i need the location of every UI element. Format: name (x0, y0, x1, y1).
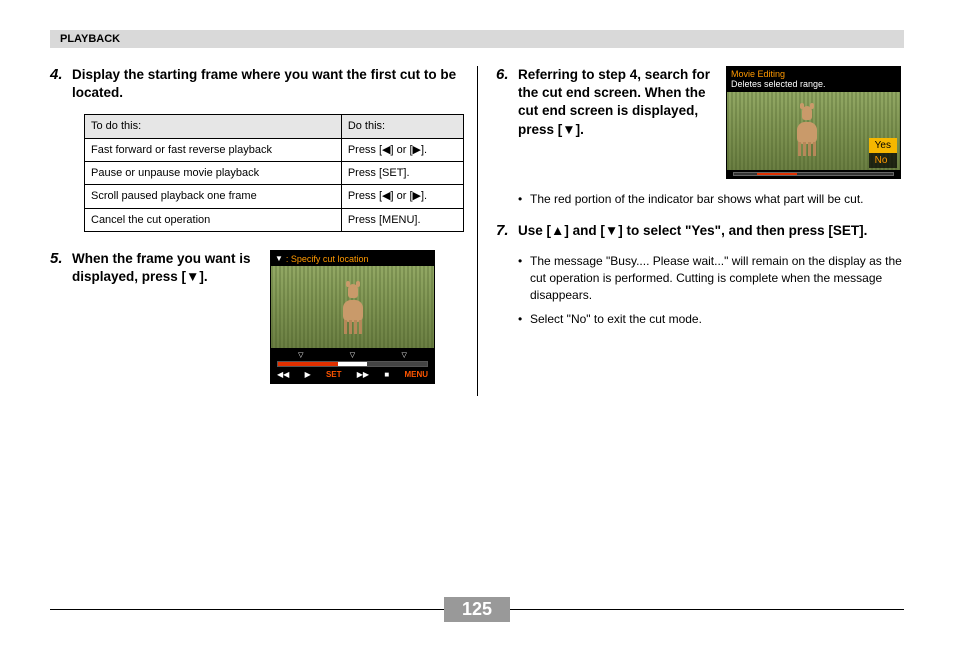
stop-icon: ■ (384, 370, 389, 379)
table-row: Fast forward or fast reverse playback Pr… (85, 138, 464, 161)
table-header: To do this: (85, 115, 342, 138)
option-no: No (869, 153, 897, 168)
step-title: Referring to step 4, search for the cut … (518, 66, 718, 139)
table-cell: Fast forward or fast reverse playback (85, 138, 342, 161)
step-6: 6. Referring to step 4, search for the c… (496, 66, 904, 179)
section-header: PLAYBACK (50, 30, 904, 48)
camera-screen-illustration: ▼ : Specify cut location (270, 250, 435, 384)
step-number: 7. (496, 222, 518, 240)
deer-graphic (794, 106, 820, 156)
table-row: Pause or unpause movie playback Press [S… (85, 162, 464, 185)
bullet-text: Select "No" to exit the cut mode. (518, 311, 904, 328)
forward-icon: ▶▶ (357, 370, 369, 379)
step-title: Display the starting frame where you wan… (72, 66, 459, 102)
indicator-bar (727, 170, 900, 178)
set-label: SET (326, 370, 342, 379)
bullet-text: The message "Busy.... Please wait..." wi… (518, 253, 904, 305)
progress-bar (277, 361, 428, 367)
marker-icon: ▽ (401, 351, 406, 359)
page-footer: 125 (0, 597, 954, 622)
bullet-text: The red portion of the indicator bar sho… (518, 191, 904, 208)
screen-top-label: : Specify cut location (286, 254, 369, 264)
screen-title-1: Movie Editing (731, 69, 896, 79)
rewind-icon: ◀◀ (277, 370, 289, 379)
step-4: 4. Display the starting frame where you … (50, 66, 459, 102)
page-number: 125 (444, 597, 510, 622)
table-row: Cancel the cut operation Press [MENU]. (85, 208, 464, 231)
table-row: Scroll paused playback one frame Press [… (85, 185, 464, 208)
table-cell: Press [MENU]. (341, 208, 463, 231)
table-cell: Cancel the cut operation (85, 208, 342, 231)
actions-table: To do this: Do this: Fast forward or fas… (84, 114, 464, 231)
camera-screen-illustration: Movie Editing Deletes selected range. (726, 66, 901, 179)
step-title: When the frame you want is displayed, pr… (72, 250, 262, 286)
step-number: 4. (50, 66, 72, 102)
table-cell: Pause or unpause movie playback (85, 162, 342, 185)
play-icon: ▶ (305, 370, 311, 379)
deer-graphic (340, 284, 366, 334)
marker-icon: ▽ (350, 351, 355, 359)
step-number: 6. (496, 66, 518, 179)
table-cell: Press [◀] or [▶]. (341, 185, 463, 208)
left-column: 4. Display the starting frame where you … (50, 66, 477, 396)
step-number: 5. (50, 250, 72, 384)
step-7: 7. Use [▲] and [▼] to select "Yes", and … (496, 222, 904, 240)
table-cell: Press [SET]. (341, 162, 463, 185)
screen-title-2: Deletes selected range. (731, 79, 896, 89)
table-cell: Press [◀] or [▶]. (341, 138, 463, 161)
menu-label: MENU (404, 370, 428, 379)
marker-icon: ▽ (298, 351, 303, 359)
down-triangle-icon: ▼ (275, 254, 283, 263)
option-yes: Yes (869, 138, 897, 153)
table-header: Do this: (341, 115, 463, 138)
step-title: Use [▲] and [▼] to select "Yes", and the… (518, 222, 904, 240)
table-cell: Scroll paused playback one frame (85, 185, 342, 208)
right-column: 6. Referring to step 4, search for the c… (477, 66, 904, 396)
step-5: 5. When the frame you want is displayed,… (50, 250, 459, 384)
